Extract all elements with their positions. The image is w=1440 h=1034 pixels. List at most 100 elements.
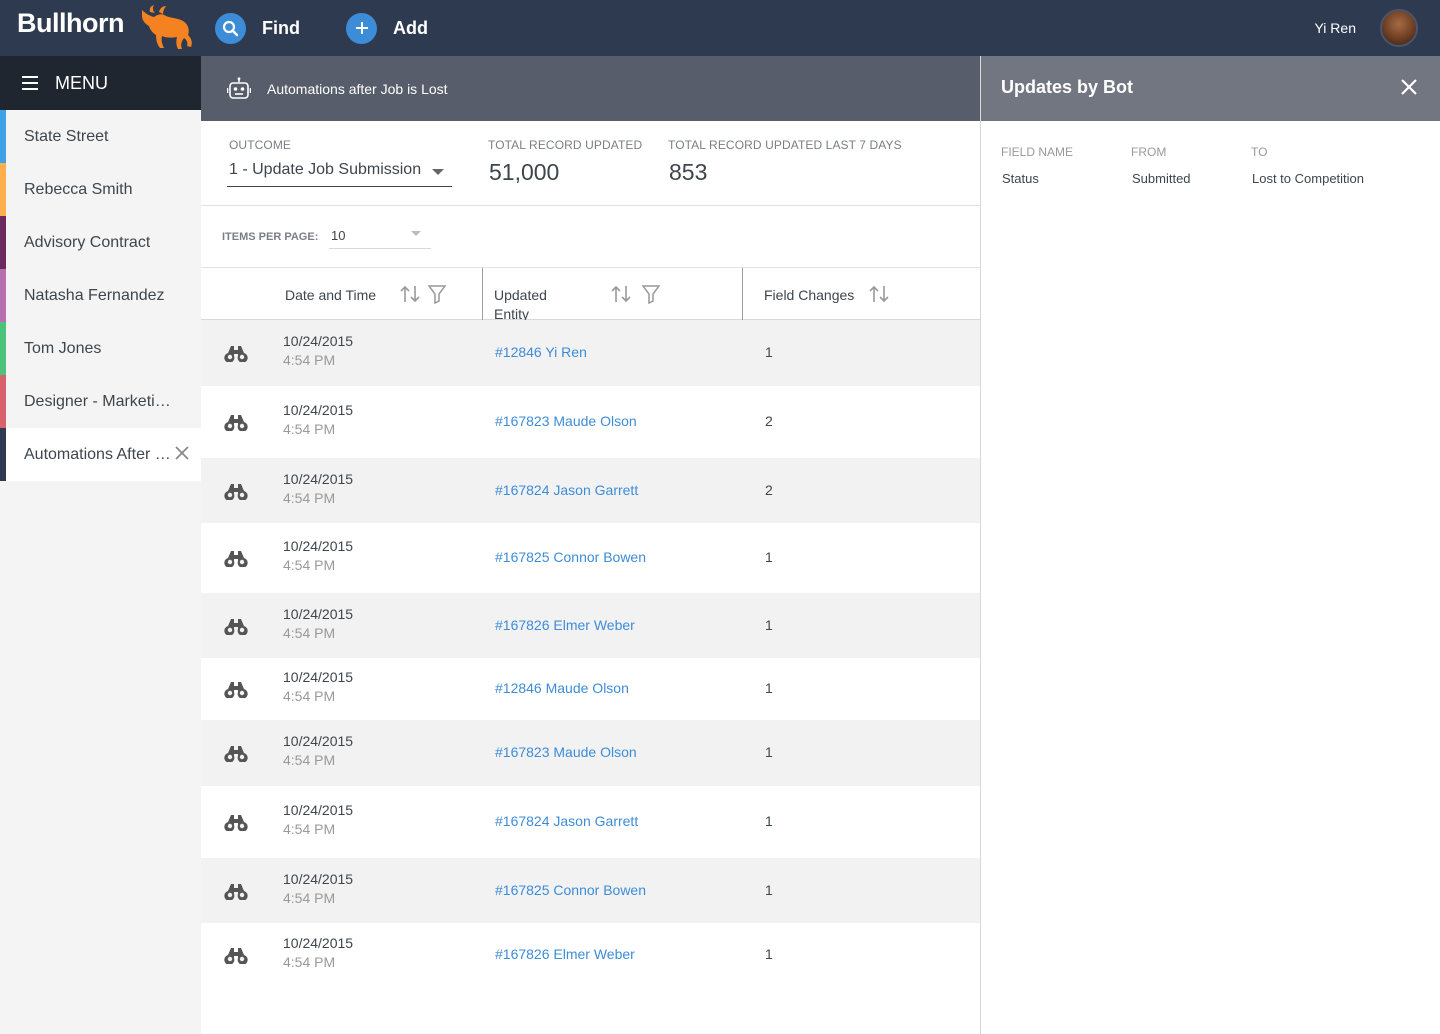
row-entity-link[interactable]: #12846 Yi Ren bbox=[495, 344, 587, 360]
sidebar-item[interactable]: Natasha Fernandez bbox=[0, 269, 201, 322]
row-time: 4:54 PM bbox=[283, 625, 336, 641]
sidebar-item-label: Tom Jones bbox=[24, 339, 102, 357]
row-field-changes: 1 bbox=[765, 946, 773, 962]
table-row[interactable]: 10/24/2015 4:54 PM #167823 Maude Olson 2 bbox=[201, 386, 980, 458]
row-date: 10/24/2015 bbox=[283, 802, 354, 818]
outcome-select[interactable]: 1 - Update Job Submission bbox=[227, 157, 452, 187]
search-icon bbox=[215, 12, 246, 44]
row-time: 4:54 PM bbox=[283, 890, 336, 906]
sidebar-item[interactable]: Automations After Job is Lost bbox=[0, 428, 201, 481]
row-field-changes: 1 bbox=[765, 813, 773, 829]
table-row[interactable]: 10/24/2015 4:54 PM #167824 Jason Garrett 1 bbox=[201, 786, 980, 858]
find-label: Find bbox=[262, 17, 300, 38]
row-entity-link[interactable]: #167823 Maude Olson bbox=[495, 413, 637, 429]
table-row[interactable]: 10/24/2015 4:54 PM #167824 Jason Garrett 2 bbox=[201, 458, 980, 523]
column-updated-entity-label: Updated Entity bbox=[494, 287, 547, 322]
row-date: 10/24/2015 bbox=[283, 669, 354, 685]
row-time: 4:54 PM bbox=[283, 490, 336, 506]
table-row[interactable]: 10/24/2015 4:54 PM #12846 Maude Olson 1 bbox=[201, 658, 980, 720]
total-updated-7days-label: TOTAL RECORD UPDATED LAST 7 DAYS bbox=[668, 138, 902, 152]
robot-icon bbox=[227, 76, 251, 99]
row-field-changes: 2 bbox=[765, 482, 773, 498]
items-per-page-value: 10 bbox=[331, 228, 346, 243]
binoculars-icon[interactable] bbox=[223, 344, 249, 362]
add-button[interactable]: Add bbox=[346, 12, 428, 44]
row-field-changes: 1 bbox=[765, 680, 773, 696]
binoculars-icon[interactable] bbox=[223, 617, 249, 635]
binoculars-icon[interactable] bbox=[223, 813, 249, 831]
sort-icon[interactable] bbox=[610, 284, 634, 304]
row-date: 10/24/2015 bbox=[283, 606, 354, 622]
items-per-page: ITEMS PER PAGE: 10 bbox=[201, 206, 980, 268]
table-row[interactable]: 10/24/2015 4:54 PM #167825 Connor Bowen 1 bbox=[201, 858, 980, 923]
row-entity-link[interactable]: #167825 Connor Bowen bbox=[495, 549, 646, 565]
table-row[interactable]: 10/24/2015 4:54 PM #167823 Maude Olson 1 bbox=[201, 720, 980, 786]
row-date: 10/24/2015 bbox=[283, 935, 354, 951]
user-name[interactable]: Yi Ren bbox=[1314, 20, 1356, 36]
row-field-changes: 1 bbox=[765, 744, 773, 760]
row-entity-link[interactable]: #12846 Maude Olson bbox=[495, 680, 629, 696]
panel-column-field-name: FIELD NAME bbox=[1001, 145, 1074, 159]
sidebar-item[interactable]: Rebecca Smith bbox=[0, 163, 201, 216]
close-icon[interactable] bbox=[173, 444, 191, 462]
sidebar-item-label: Natasha Fernandez bbox=[24, 286, 165, 304]
avatar[interactable] bbox=[1380, 9, 1418, 47]
row-date: 10/24/2015 bbox=[283, 538, 354, 554]
row-entity-link[interactable]: #167824 Jason Garrett bbox=[495, 482, 638, 498]
row-date: 10/24/2015 bbox=[283, 733, 354, 749]
outcome-label: OUTCOME bbox=[229, 138, 292, 152]
row-field-changes: 1 bbox=[765, 617, 773, 633]
find-button[interactable]: Find bbox=[215, 12, 300, 44]
column-date-time-label: Date and Time bbox=[285, 287, 377, 303]
panel-column-from: FROM bbox=[1131, 145, 1167, 159]
binoculars-icon[interactable] bbox=[223, 744, 249, 762]
total-updated-value: 51,000 bbox=[489, 159, 560, 185]
row-entity-link[interactable]: #167826 Elmer Weber bbox=[495, 617, 635, 633]
chevron-down-icon bbox=[411, 231, 421, 236]
binoculars-icon[interactable] bbox=[223, 482, 249, 500]
bullhorn-logo[interactable]: Bullhorn bbox=[17, 8, 124, 39]
row-date: 10/24/2015 bbox=[283, 402, 354, 418]
table-row[interactable]: 10/24/2015 4:54 PM #12846 Yi Ren 1 bbox=[201, 320, 980, 386]
menu-label: MENU bbox=[55, 72, 108, 93]
row-date: 10/24/2015 bbox=[283, 333, 354, 349]
outcome-value: 1 - Update Job Submission bbox=[229, 161, 422, 178]
row-entity-link[interactable]: #167824 Jason Garrett bbox=[495, 813, 638, 829]
filter-icon[interactable] bbox=[428, 284, 446, 304]
sidebar-item[interactable]: Tom Jones bbox=[0, 322, 201, 375]
column-date-time: Date and Time bbox=[201, 268, 482, 320]
binoculars-icon[interactable] bbox=[223, 946, 249, 964]
row-time: 4:54 PM bbox=[283, 752, 336, 768]
sort-icon[interactable] bbox=[868, 284, 892, 304]
sidebar-item[interactable]: Advisory Contract bbox=[0, 216, 201, 269]
binoculars-icon[interactable] bbox=[223, 413, 249, 431]
binoculars-icon[interactable] bbox=[223, 680, 249, 698]
binoculars-icon[interactable] bbox=[223, 549, 249, 567]
row-entity-link[interactable]: #167826 Elmer Weber bbox=[495, 946, 635, 962]
table-row[interactable]: 10/24/2015 4:54 PM #167826 Elmer Weber 1 bbox=[201, 923, 980, 987]
items-per-page-label: ITEMS PER PAGE: bbox=[222, 231, 319, 243]
items-per-page-select[interactable]: 10 bbox=[329, 222, 431, 249]
table-row[interactable]: 10/24/2015 4:54 PM #167826 Elmer Weber 1 bbox=[201, 593, 980, 658]
table-row[interactable]: 10/24/2015 4:54 PM #167825 Connor Bowen 1 bbox=[201, 523, 980, 593]
table-header: Date and Time Updated Entity Field Chang… bbox=[201, 268, 980, 322]
column-field-changes-label: Field Changes bbox=[764, 287, 855, 303]
close-icon[interactable] bbox=[1400, 78, 1418, 96]
row-entity-link[interactable]: #167823 Maude Olson bbox=[495, 744, 637, 760]
sort-icon[interactable] bbox=[399, 284, 423, 304]
binoculars-icon[interactable] bbox=[223, 882, 249, 900]
menu-button[interactable]: MENU bbox=[0, 56, 201, 110]
filter-icon[interactable] bbox=[642, 284, 660, 304]
panel-column-to: TO bbox=[1251, 145, 1268, 159]
sidebar-item[interactable]: State Street bbox=[0, 110, 201, 163]
total-updated-7days-value: 853 bbox=[669, 159, 708, 185]
row-date: 10/24/2015 bbox=[283, 471, 354, 487]
sidebar: MENU State Street Rebecca Smith Advisory C… bbox=[0, 56, 201, 1034]
sidebar-item[interactable]: Designer - Marketing bbox=[0, 375, 201, 428]
row-date: 10/24/2015 bbox=[283, 871, 354, 887]
chevron-down-icon bbox=[432, 169, 444, 175]
row-entity-link[interactable]: #167825 Connor Bowen bbox=[495, 882, 646, 898]
row-field-changes: 1 bbox=[765, 344, 773, 360]
row-time: 4:54 PM bbox=[283, 688, 336, 704]
plus-icon bbox=[346, 12, 377, 44]
